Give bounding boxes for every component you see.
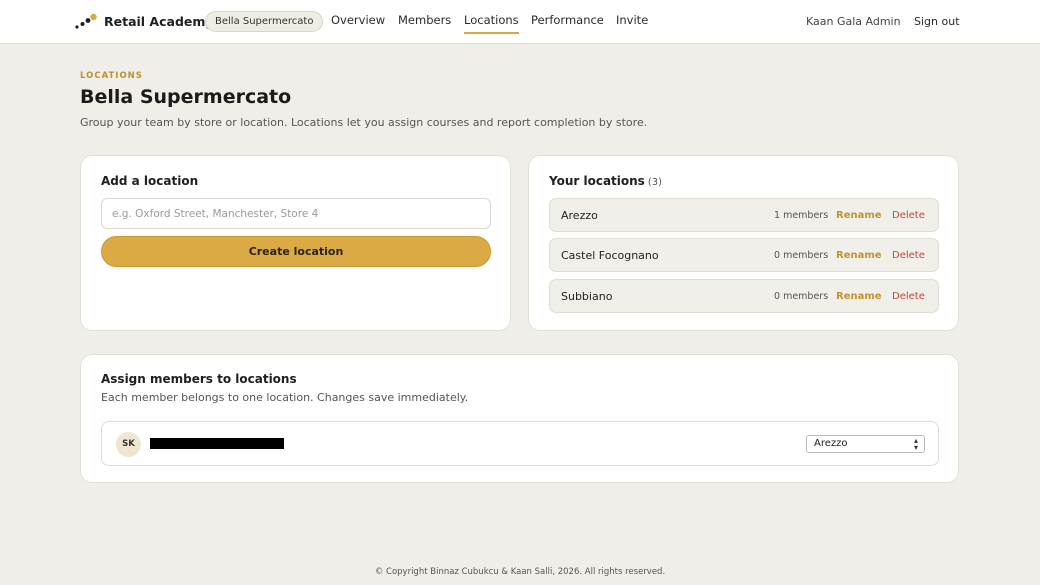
redacted-member-name	[150, 438, 284, 449]
org-badge: Bella Supermercato	[205, 11, 324, 32]
nav-performance[interactable]: Performance	[531, 13, 604, 32]
logo-icon	[75, 13, 97, 29]
location-member-count: 0 members	[774, 291, 829, 302]
location-name-input[interactable]	[101, 198, 491, 229]
assign-members-card: Assign members to locations Each member …	[80, 354, 959, 483]
location-name: Castel Focognano	[561, 249, 659, 262]
delete-location-button[interactable]: Delete	[892, 210, 925, 221]
member-location-select[interactable]: Arezzo ▴ ▾	[806, 435, 925, 453]
nav-locations[interactable]: Locations	[464, 13, 519, 34]
your-locations-card: Your locations (3) Arezzo 1 members Renam…	[528, 155, 959, 331]
location-row: Arezzo 1 members Rename Delete	[549, 198, 939, 232]
assign-members-subtitle: Each member belongs to one location. Cha…	[101, 391, 469, 404]
location-row: Castel Focognano 0 members Rename Delete	[549, 238, 939, 272]
member-location-value: Arezzo	[814, 438, 848, 449]
nav-overview[interactable]: Overview	[331, 13, 385, 32]
top-nav-bar: Retail Academy Bella Supermercato Overvi…	[0, 0, 1040, 44]
your-locations-title: Your locations (3)	[549, 174, 662, 188]
location-name: Subbiano	[561, 290, 613, 303]
rename-location-button[interactable]: Rename	[836, 210, 882, 221]
location-count: (3)	[647, 177, 662, 188]
rename-location-button[interactable]: Rename	[836, 250, 882, 261]
sign-out-link[interactable]: Sign out	[914, 15, 960, 28]
nav-members[interactable]: Members	[398, 13, 451, 32]
create-location-button[interactable]: Create location	[101, 236, 491, 267]
brand-name[interactable]: Retail Academy	[104, 14, 214, 29]
location-member-count: 1 members	[774, 210, 829, 221]
page-subtitle: Group your team by store or location. Lo…	[80, 116, 648, 129]
your-locations-label: Your locations	[549, 174, 645, 188]
member-row: SK Arezzo ▴ ▾	[101, 421, 939, 466]
nav-invite[interactable]: Invite	[616, 13, 648, 32]
footer-copyright: © Copyright Binnaz Cubukcu & Kaan Salli,…	[374, 567, 666, 577]
location-row: Subbiano 0 members Rename Delete	[549, 279, 939, 313]
user-name: Kaan Gala Admin	[806, 15, 901, 28]
delete-location-button[interactable]: Delete	[892, 250, 925, 261]
assign-members-title: Assign members to locations	[101, 372, 297, 386]
add-location-title: Add a location	[101, 174, 199, 188]
chevron-up-down-icon: ▴ ▾	[913, 436, 918, 452]
location-member-count: 0 members	[774, 250, 829, 261]
rename-location-button[interactable]: Rename	[836, 291, 882, 302]
section-eyebrow: LOCATIONS	[80, 71, 143, 81]
avatar: SK	[116, 432, 141, 457]
delete-location-button[interactable]: Delete	[892, 291, 925, 302]
location-name: Arezzo	[561, 209, 598, 222]
page-title: Bella Supermercato	[80, 86, 292, 108]
add-location-card: Add a location Create location	[80, 155, 511, 331]
